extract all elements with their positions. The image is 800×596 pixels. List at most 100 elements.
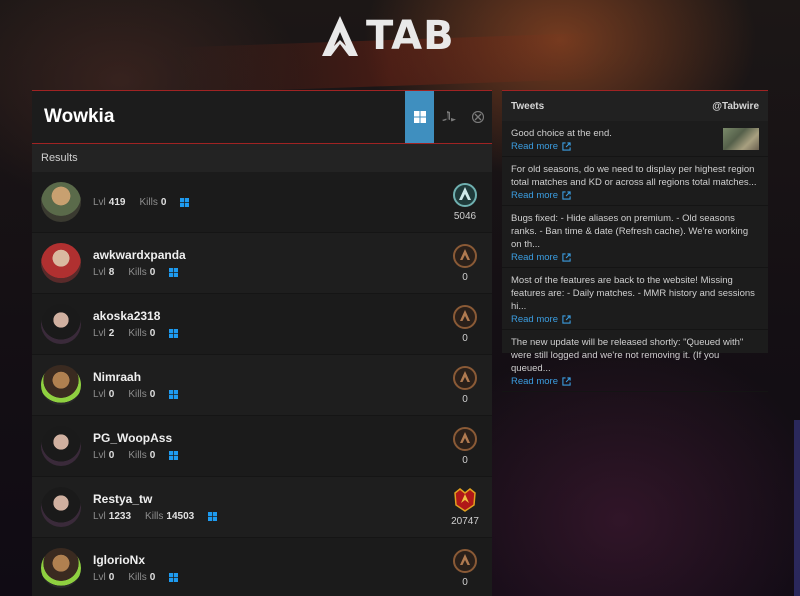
player-level: 2 xyxy=(108,328,115,339)
player-info: IglorioNx Lvl 0 Kills 0 xyxy=(93,553,440,583)
tweet-item: Most of the features are back to the web… xyxy=(502,268,768,330)
player-avatar xyxy=(41,426,81,466)
player-kills: 14503 xyxy=(166,511,195,522)
player-search-input[interactable] xyxy=(32,91,405,143)
rank-rookie-icon xyxy=(453,549,477,573)
player-info: awkwardxpanda Lvl 8 Kills 0 xyxy=(93,248,440,278)
read-more-link[interactable]: Read more xyxy=(511,376,759,387)
windows-icon xyxy=(180,197,190,207)
rank-score: 0 xyxy=(462,333,468,344)
platform-xbox-button[interactable] xyxy=(463,91,492,143)
player-stats: Lvl 2 Kills 0 xyxy=(93,328,440,339)
tweet-image-thumbnail[interactable] xyxy=(723,128,759,150)
external-link-icon xyxy=(562,142,571,151)
tweets-title: Tweets xyxy=(511,100,545,112)
read-more-link[interactable]: Read more xyxy=(511,141,759,152)
platform-pc-button[interactable] xyxy=(405,91,434,143)
read-more-label: Read more xyxy=(511,314,558,325)
results-header: Results xyxy=(32,144,492,172)
kills-label: Kills xyxy=(128,389,147,400)
rank-score: 0 xyxy=(462,272,468,283)
rank-master-icon xyxy=(453,183,477,207)
kills-label: Kills xyxy=(128,328,147,339)
kills-label: Kills xyxy=(145,511,164,522)
xbox-icon xyxy=(471,111,484,123)
twitter-handle[interactable]: @Tabwire xyxy=(712,101,759,112)
player-row[interactable]: akoska2318 Lvl 2 Kills 0 0 xyxy=(32,294,492,355)
external-link-icon xyxy=(562,191,571,200)
tweet-item: Good choice at the end. Read more xyxy=(502,121,768,157)
player-row[interactable]: IglorioNx Lvl 0 Kills 0 0 xyxy=(32,538,492,596)
player-rank: 20747 xyxy=(440,487,490,527)
player-list: Lvl 419 Kills 0 5046 awkwardxpanda Lvl 8 Kills 0 0… xyxy=(32,172,492,596)
player-rank: 0 xyxy=(440,243,490,283)
player-name: PG_WoopAss xyxy=(93,431,173,445)
player-avatar xyxy=(41,487,81,527)
results-panel: Results Lvl 419 Kills 0 5046 awkwardxpanda Lvl… xyxy=(32,144,492,596)
player-row[interactable]: Nimraah Lvl 0 Kills 0 0 xyxy=(32,355,492,416)
player-kills: 0 xyxy=(149,267,156,278)
player-avatar xyxy=(41,182,81,222)
logo-text: TAB xyxy=(366,13,455,59)
player-kills: 0 xyxy=(149,328,156,339)
player-stats: Lvl 1233 Kills 14503 xyxy=(93,511,440,522)
rank-score: 20747 xyxy=(451,516,479,527)
search-bar xyxy=(32,90,492,144)
rank-score: 0 xyxy=(462,455,468,466)
tweet-list: Good choice at the end. Read more For old … xyxy=(502,121,768,392)
player-row[interactable]: awkwardxpanda Lvl 8 Kills 0 0 xyxy=(32,233,492,294)
read-more-label: Read more xyxy=(511,141,558,152)
rank-rookie-icon xyxy=(453,427,477,451)
player-avatar xyxy=(41,304,81,344)
windows-icon xyxy=(208,512,218,521)
rank-score: 5046 xyxy=(453,211,477,222)
platform-playstation-button[interactable] xyxy=(434,91,463,143)
player-avatar xyxy=(41,548,81,588)
tweet-text: Most of the features are back to the web… xyxy=(511,275,755,312)
level-label: Lvl xyxy=(93,328,106,339)
level-label: Lvl xyxy=(93,450,106,461)
windows-icon xyxy=(169,329,179,338)
player-name: akoska2318 xyxy=(93,309,161,323)
read-more-label: Read more xyxy=(511,376,558,387)
player-kills: 0 xyxy=(149,572,156,583)
background-decoration-edge xyxy=(794,420,800,596)
player-name: Nimraah xyxy=(93,370,142,384)
level-label: Lvl xyxy=(93,196,106,208)
rank-rookie-icon xyxy=(453,366,477,390)
player-level: 8 xyxy=(108,267,115,278)
kills-label: Kills xyxy=(128,450,147,461)
player-level: 419 xyxy=(108,196,126,208)
level-label: Lvl xyxy=(93,511,106,522)
player-name: Restya_tw xyxy=(93,492,153,506)
player-row[interactable]: Restya_tw Lvl 1233 Kills 14503 20747 xyxy=(32,477,492,538)
player-rank: 5046 xyxy=(440,182,490,222)
read-more-label: Read more xyxy=(511,190,558,201)
player-rank: 0 xyxy=(440,365,490,405)
tweet-item: For old seasons, do we need to display p… xyxy=(502,157,768,206)
player-level: 1233 xyxy=(108,511,132,522)
player-name: IglorioNx xyxy=(93,553,146,567)
rank-rookie-icon xyxy=(453,244,477,268)
read-more-link[interactable]: Read more xyxy=(511,252,759,263)
read-more-link[interactable]: Read more xyxy=(511,190,759,201)
player-row[interactable]: Lvl 419 Kills 0 5046 xyxy=(32,172,492,233)
kills-label: Kills xyxy=(128,267,147,278)
kills-label: Kills xyxy=(128,572,147,583)
rank-score: 0 xyxy=(462,394,468,405)
site-logo[interactable]: TAB xyxy=(320,12,472,60)
windows-icon xyxy=(169,573,179,582)
player-kills: 0 xyxy=(149,389,156,400)
player-stats: Lvl 0 Kills 0 xyxy=(93,389,440,400)
tweet-text: The new update will be released shortly:… xyxy=(511,337,744,374)
player-level: 0 xyxy=(108,450,115,461)
player-avatar xyxy=(41,243,81,283)
read-more-link[interactable]: Read more xyxy=(511,314,759,325)
windows-icon xyxy=(413,111,426,123)
player-rank: 0 xyxy=(440,426,490,466)
windows-icon xyxy=(169,268,179,277)
level-label: Lvl xyxy=(93,389,106,400)
level-label: Lvl xyxy=(93,572,106,583)
player-info: Restya_tw Lvl 1233 Kills 14503 xyxy=(93,492,440,522)
player-row[interactable]: PG_WoopAss Lvl 0 Kills 0 0 xyxy=(32,416,492,477)
